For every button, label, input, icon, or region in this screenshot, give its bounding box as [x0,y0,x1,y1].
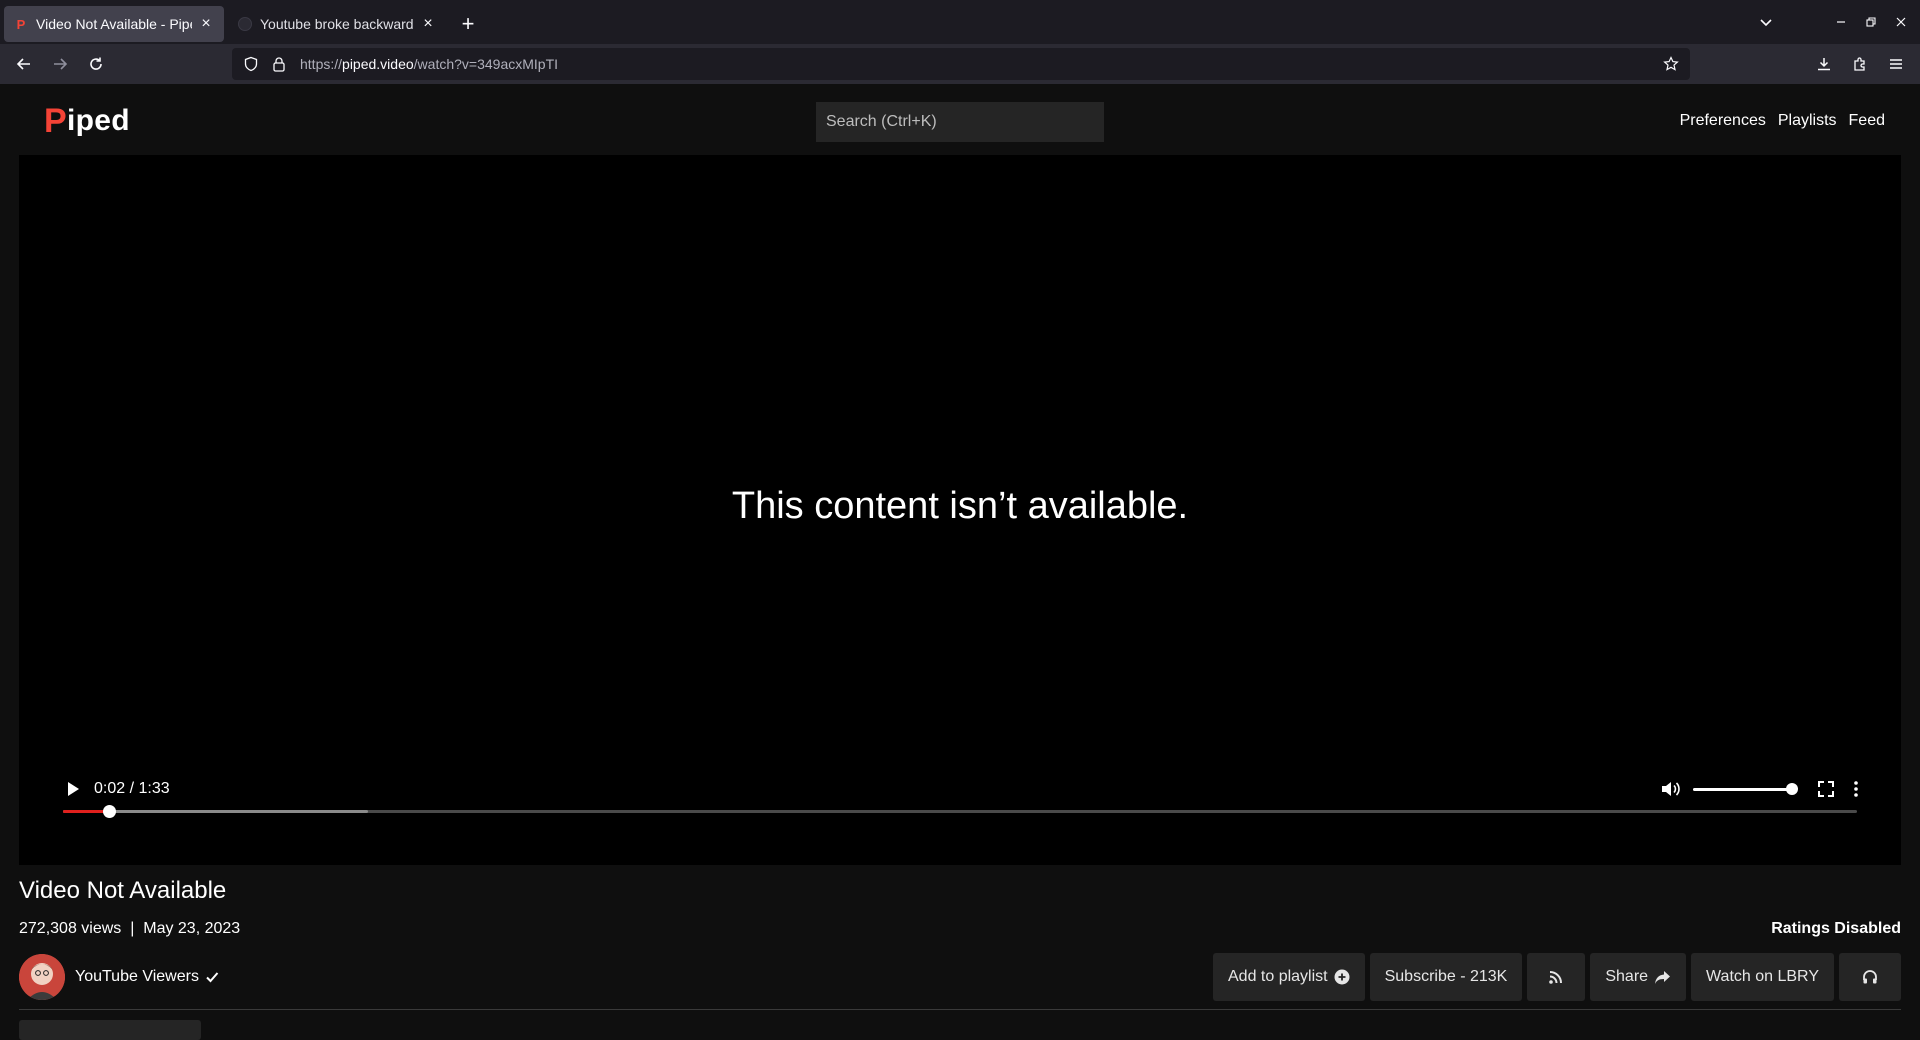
tab-strip: P Video Not Available - Piped × Youtube … [0,0,1920,44]
new-tab-button[interactable]: + [452,8,484,40]
watch-on-lbry-button[interactable]: Watch on LBRY [1691,953,1834,1001]
piped-favicon-icon: P [16,16,26,32]
channel-name-link[interactable]: YouTube Viewers [75,968,219,986]
tab-piped[interactable]: P Video Not Available - Piped × [4,6,224,42]
volume-slider[interactable] [1693,788,1791,791]
ratings-status: Ratings Disabled [1771,920,1901,937]
shield-icon[interactable] [240,53,262,75]
arrow-left-icon [16,58,30,70]
minimize-icon [1837,21,1845,23]
verified-check-icon [206,972,219,983]
close-tab-icon[interactable]: × [198,15,214,33]
extensions-button[interactable] [1842,48,1878,80]
address-bar[interactable]: https://piped.video/watch?v=349acxMIpTI [232,48,1690,80]
channel-info: YouTube Viewers [19,953,219,1001]
minimize-button[interactable] [1826,7,1856,37]
plus-circle-icon [1334,969,1350,985]
channel-name: YouTube Viewers [75,968,199,985]
video-player[interactable]: This content isn’t available. 0:02 / 1:3… [19,155,1901,865]
lock-icon[interactable] [268,53,290,75]
downloads-button[interactable] [1806,48,1842,80]
arrow-right-icon [54,58,68,70]
restore-button[interactable] [1856,7,1886,37]
section-divider [19,1009,1901,1010]
player-controls: 0:02 / 1:33 [19,773,1901,833]
time-display: 0:02 / 1:33 [94,780,170,797]
share-label: Share [1605,968,1649,985]
back-button[interactable] [6,48,42,80]
video-title: Video Not Available [19,877,227,904]
puzzle-icon [1854,57,1865,71]
github-favicon-icon [238,17,252,31]
logo-text: iped [66,104,130,137]
collapsed-section-button[interactable] [19,1020,201,1040]
view-count: 272,308 views [19,920,122,937]
volume-slider-thumb[interactable] [1786,783,1798,795]
subscribe-label: Subscribe - 213K [1384,968,1508,985]
search-input[interactable] [816,102,1104,142]
nav-playlists-link[interactable]: Playlists [1778,112,1837,130]
volume-icon[interactable] [1660,779,1682,799]
tab-github[interactable]: Youtube broke backwards × [228,6,446,42]
upload-date: May 23, 2023 [143,920,241,937]
bookmark-star-icon[interactable] [1660,53,1682,75]
nav-feed-link[interactable]: Feed [1849,112,1885,130]
rss-button[interactable] [1527,953,1586,1001]
close-window-button[interactable] [1886,7,1916,37]
play-icon[interactable] [63,779,83,799]
fullscreen-icon[interactable] [1816,779,1836,799]
seek-bar[interactable] [63,805,1857,818]
chevron-down-icon [1760,19,1772,27]
forward-button[interactable] [42,48,78,80]
restore-icon [1866,17,1876,27]
window-controls [1760,0,1920,44]
seek-bar-thumb[interactable] [103,805,117,818]
rss-icon [1549,971,1563,984]
avatar[interactable] [19,954,65,1000]
url-host: piped.video [342,56,414,72]
tab-title: Video Not Available - Piped [36,16,192,32]
video-meta: 272,308 views | May 23, 2023 [19,920,240,938]
audio-only-button[interactable] [1839,953,1901,1001]
nav-preferences-link[interactable]: Preferences [1680,112,1766,130]
close-tab-icon[interactable]: × [420,15,436,33]
tab-title: Youtube broke backwards [260,16,414,32]
header-nav: Preferences Playlists Feed [1680,112,1885,130]
meta-separator: | [130,920,135,937]
logo-initial: P [44,102,67,140]
add-to-playlist-button[interactable]: Add to playlist [1213,953,1365,1001]
watch-on-lbry-label: Watch on LBRY [1706,968,1819,985]
download-icon [1818,58,1830,71]
reload-icon [90,57,102,70]
url-path: /watch?v=349acxMIpTI [413,56,559,72]
close-icon [1896,17,1906,27]
toolbar-right [1806,48,1914,80]
video-actions: Add to playlist Subscribe - 213K Share W… [1213,953,1901,1001]
unavailable-message: This content isn’t available. [731,485,1189,527]
url-text: https://piped.video/watch?v=349acxMIpTI [300,56,558,72]
reload-button[interactable] [78,48,114,80]
more-options-icon[interactable] [1846,779,1866,799]
subscribe-button[interactable]: Subscribe - 213K [1369,953,1523,1001]
navigation-toolbar: https://piped.video/watch?v=349acxMIpTI [0,44,1920,84]
headphones-icon [1863,970,1877,984]
piped-logo[interactable]: Piped [44,102,130,140]
add-to-playlist-label: Add to playlist [1228,968,1328,985]
app-menu-button[interactable] [1878,48,1914,80]
hamburger-menu-icon [1890,59,1902,69]
site-header: Piped Preferences Playlists Feed [0,84,1920,154]
share-button[interactable]: Share [1590,953,1687,1001]
list-all-tabs-button[interactable] [1752,8,1780,36]
share-arrow-icon [1655,970,1671,984]
url-scheme: https:// [300,56,343,72]
